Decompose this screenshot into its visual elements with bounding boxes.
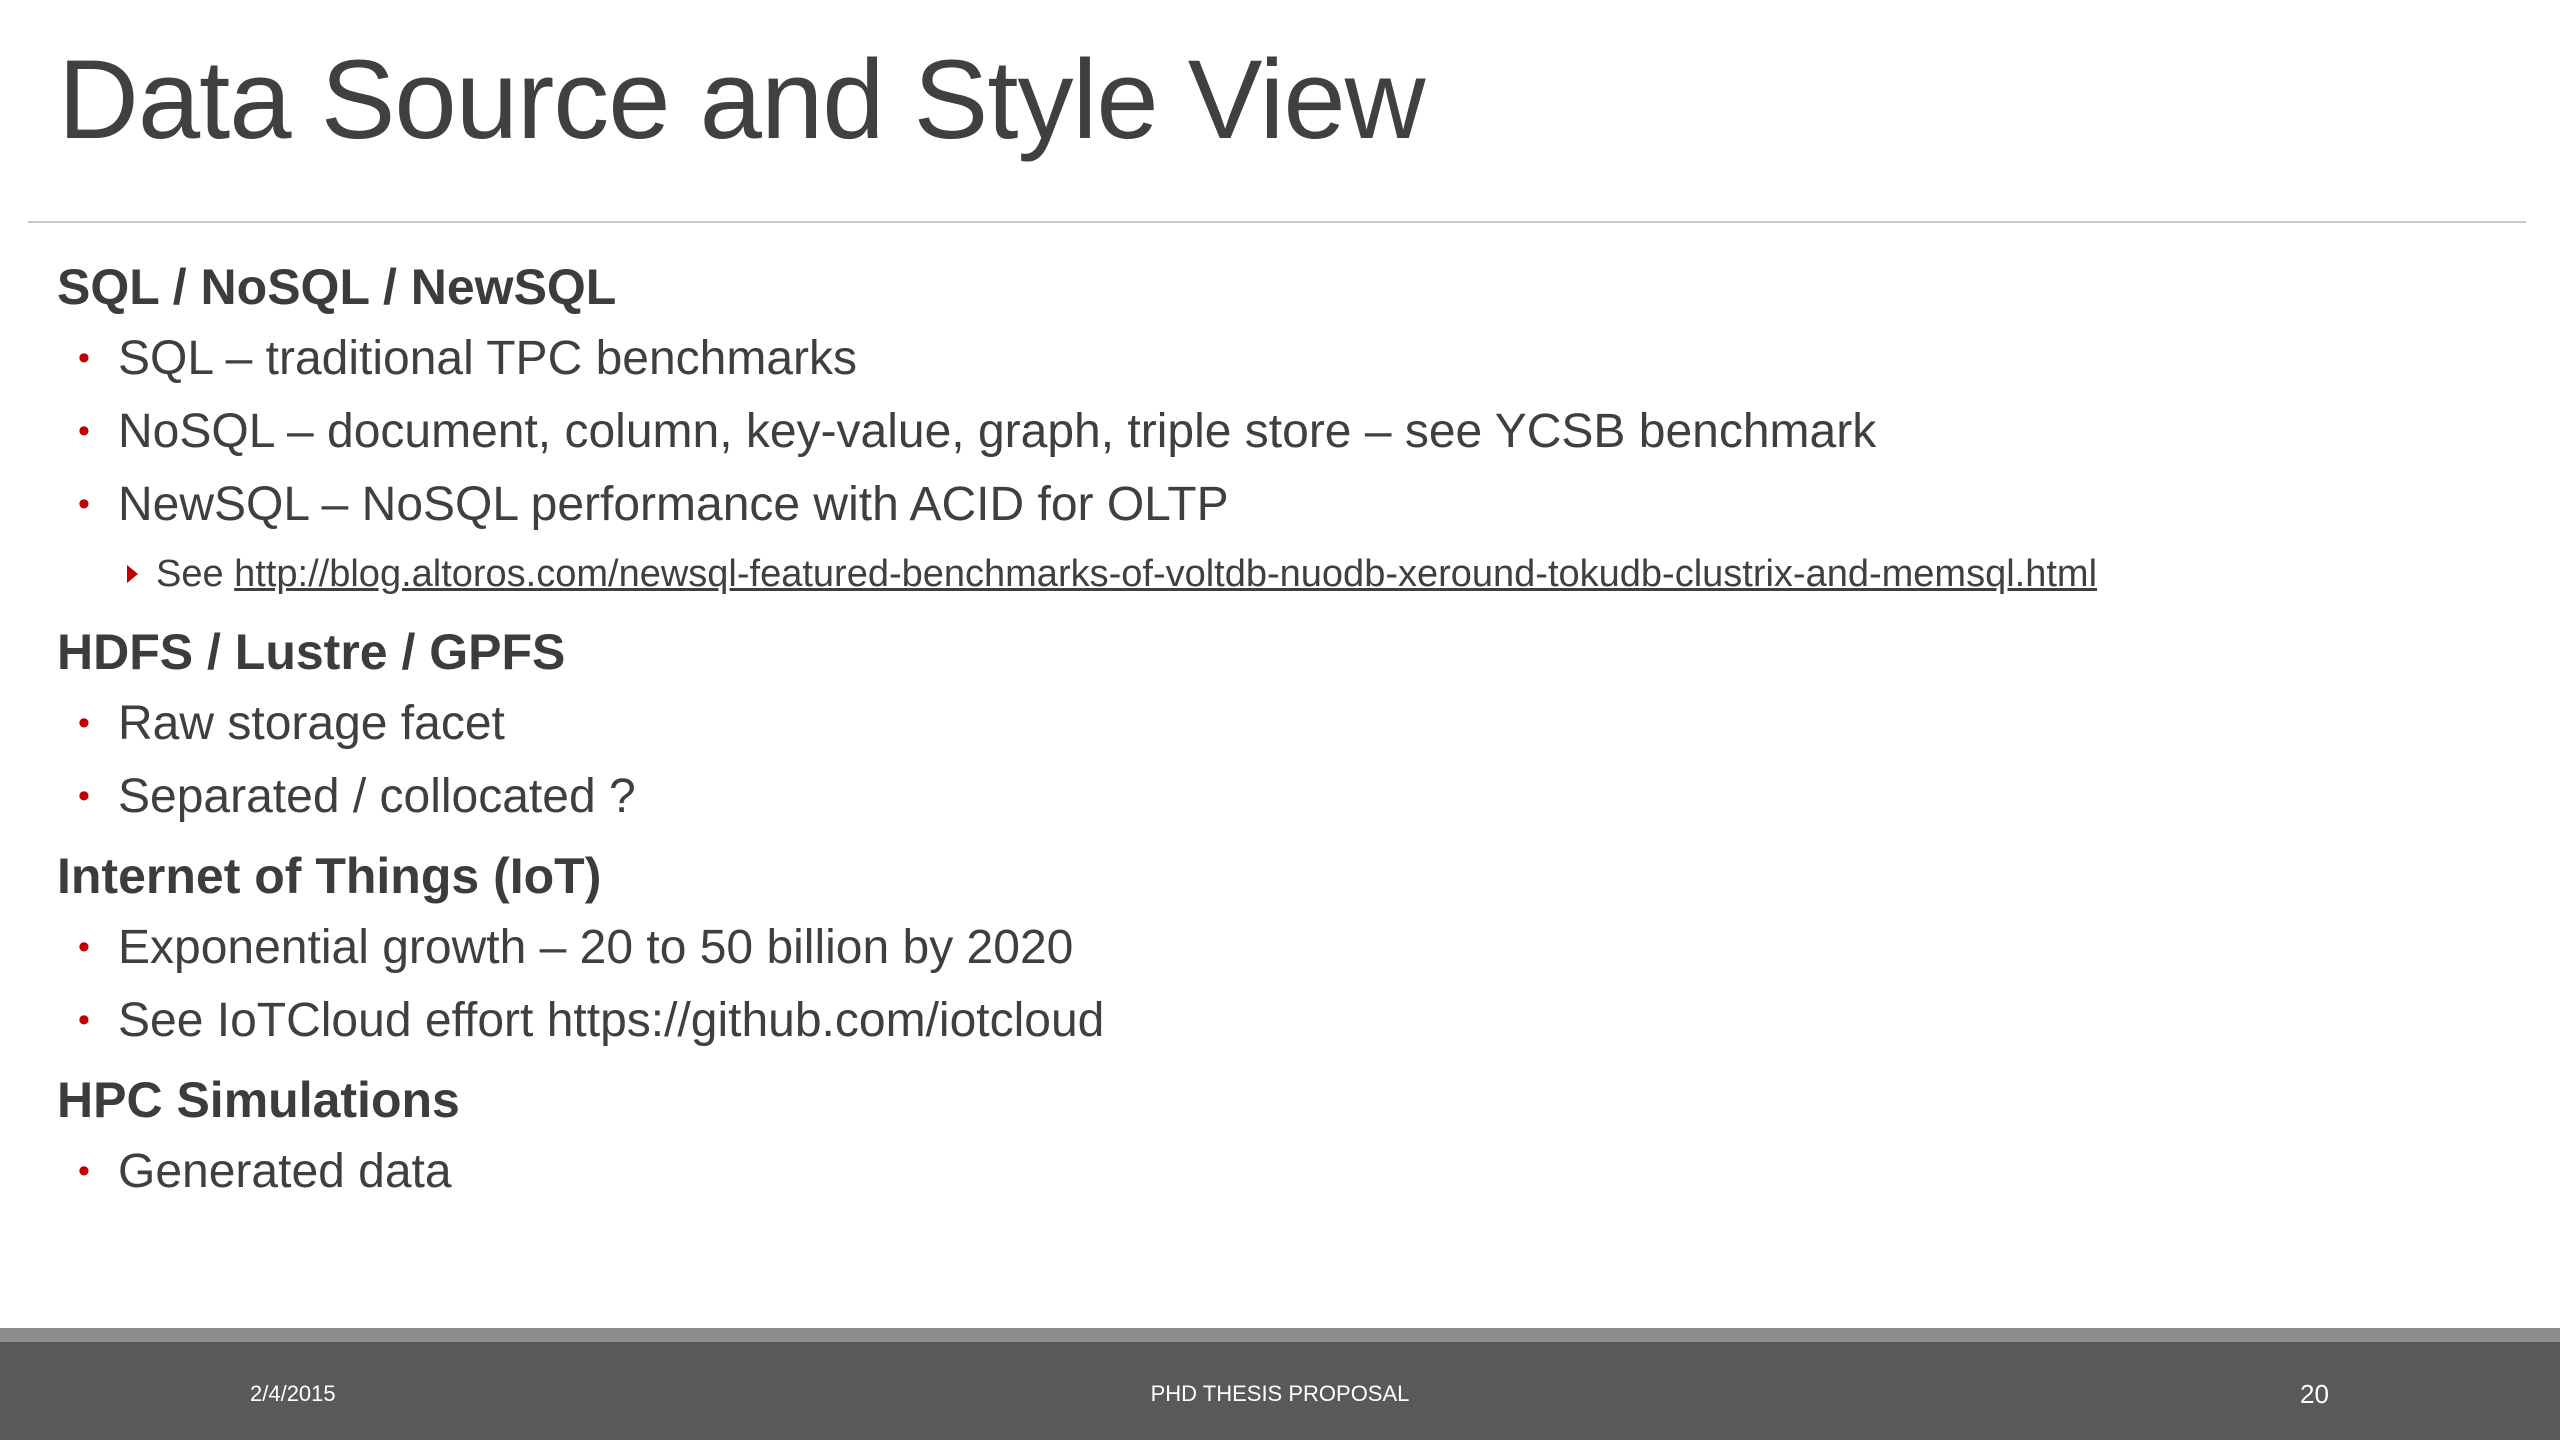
bullet-icon: • (78, 704, 90, 742)
bullet-item: • NoSQL – document, column, key-value, g… (57, 395, 2497, 468)
bullet-text: NewSQL – NoSQL performance with ACID for… (118, 478, 1229, 531)
section-heading: HDFS / Lustre / GPFS (57, 624, 566, 680)
bullet-text: Separated / collocated ? (118, 770, 636, 823)
footer-title: PHD THESIS PROPOSAL (1150, 1381, 1410, 1406)
bullet-item: • NewSQL – NoSQL performance with ACID f… (57, 468, 2497, 541)
slide-content: SQL / NoSQL / NewSQL • SQL – traditional… (57, 252, 2497, 1208)
bullet-icon: • (78, 412, 90, 450)
bullet-icon: • (78, 1001, 90, 1039)
section-hdfs: HDFS / Lustre / GPFS • Raw storage facet… (57, 617, 2497, 833)
section-iot: Internet of Things (IoT) • Exponential g… (57, 841, 2497, 1057)
bullet-text: See IoTCloud effort https://github.com/i… (118, 994, 1105, 1047)
title-divider (28, 221, 2526, 223)
triangle-bullet-icon (127, 565, 138, 583)
bullet-item: • SQL – traditional TPC benchmarks (57, 322, 2497, 395)
sub-bullet-item: See http://blog.altoros.com/newsql-featu… (57, 541, 2497, 607)
slide: Data Source and Style View SQL / NoSQL /… (0, 0, 2560, 1440)
page-number: 20 (2300, 1379, 2329, 1409)
section-heading: SQL / NoSQL / NewSQL (57, 259, 617, 315)
bullet-icon: • (78, 928, 90, 966)
bullet-item: • Separated / collocated ? (57, 760, 2497, 833)
bullet-text: Exponential growth – 20 to 50 billion by… (118, 921, 1074, 974)
bullet-text: SQL – traditional TPC benchmarks (118, 332, 858, 385)
bullet-icon: • (78, 339, 90, 377)
bullet-icon: • (78, 1152, 90, 1190)
section-sql: SQL / NoSQL / NewSQL • SQL – traditional… (57, 252, 2497, 607)
slide-title: Data Source and Style View (58, 37, 1426, 162)
sub-bullet-prefix: See (156, 553, 235, 595)
footer-accent-strip (0, 1328, 2560, 1342)
bullet-item: • Exponential growth – 20 to 50 billion … (57, 911, 2497, 984)
slide-footer: 2/4/2015 PHD THESIS PROPOSAL 20 (0, 1342, 2560, 1440)
bullet-item: • Generated data (57, 1135, 2497, 1208)
bullet-icon: • (78, 777, 90, 815)
newsql-benchmark-link[interactable]: http://blog.altoros.com/newsql-featured-… (234, 553, 2097, 595)
bullet-text: Generated data (118, 1145, 452, 1198)
bullet-text: NoSQL – document, column, key-value, gra… (118, 405, 1877, 458)
bullet-text: Raw storage facet (118, 697, 505, 750)
section-heading: HPC Simulations (57, 1072, 460, 1128)
bullet-item: • See IoTCloud effort https://github.com… (57, 984, 2497, 1057)
bullet-icon: • (78, 485, 90, 523)
section-heading: Internet of Things (IoT) (57, 848, 602, 904)
bullet-item: • Raw storage facet (57, 687, 2497, 760)
section-hpc: HPC Simulations • Generated data (57, 1065, 2497, 1208)
